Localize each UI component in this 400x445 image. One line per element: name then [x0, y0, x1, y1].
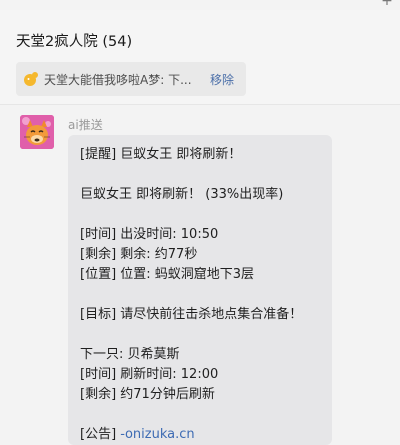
message-line: 下一只: 贝希莫斯 — [80, 347, 180, 362]
message-line: [提醒] 巨蚁女王 即将刷新！ — [80, 147, 242, 162]
window-topbar: + — [0, 0, 400, 10]
bubble-icon — [24, 72, 38, 86]
sender-name: ai推送 — [68, 118, 103, 132]
cat-avatar-icon — [20, 115, 54, 149]
announcement-label: [公告] — [80, 427, 121, 442]
pinned-message[interactable]: 天堂大能借我哆啦A梦: 下... 移除 — [16, 62, 246, 96]
plus-icon[interactable]: + — [380, 0, 394, 8]
message-list: ai推送 [提醒] 巨蚁女王 即将刷新！ 巨蚁女王 即将刷新！ (33%出现率)… — [0, 105, 400, 445]
message-line: [位置] 位置: 蚂蚁洞窟地下3层 — [80, 267, 255, 282]
message-line: [剩余] 约71分钟后刷新 — [80, 387, 215, 402]
remove-pin-button[interactable]: 移除 — [210, 71, 234, 88]
cat-avatar[interactable] — [20, 115, 54, 149]
pinned-text: 天堂大能借我哆啦A梦: 下... — [44, 73, 192, 87]
message-line: [时间] 刷新时间: 12:00 — [80, 367, 219, 382]
message-bubble[interactable]: [提醒] 巨蚁女王 即将刷新！ 巨蚁女王 即将刷新！ (33%出现率) [时间]… — [68, 135, 332, 445]
message-line: [剩余] 剩余: 约77秒 — [80, 247, 198, 262]
message-line: 巨蚁女王 即将刷新！ (33%出现率) — [80, 187, 284, 202]
chat-title: 天堂2疯人院 (54) — [16, 34, 133, 50]
site-link[interactable]: -onizuka.cn — [120, 427, 194, 442]
announcement-line: [公告] -onizuka.cn — [80, 425, 320, 445]
message-line: [时间] 出没时间: 10:50 — [80, 227, 219, 242]
message-line: [目标] 请尽快前往击杀地点集合准备！ — [80, 307, 303, 322]
chat-header: 天堂2疯人院 (54) 天堂大能借我哆啦A梦: 下... 移除 — [0, 10, 400, 104]
